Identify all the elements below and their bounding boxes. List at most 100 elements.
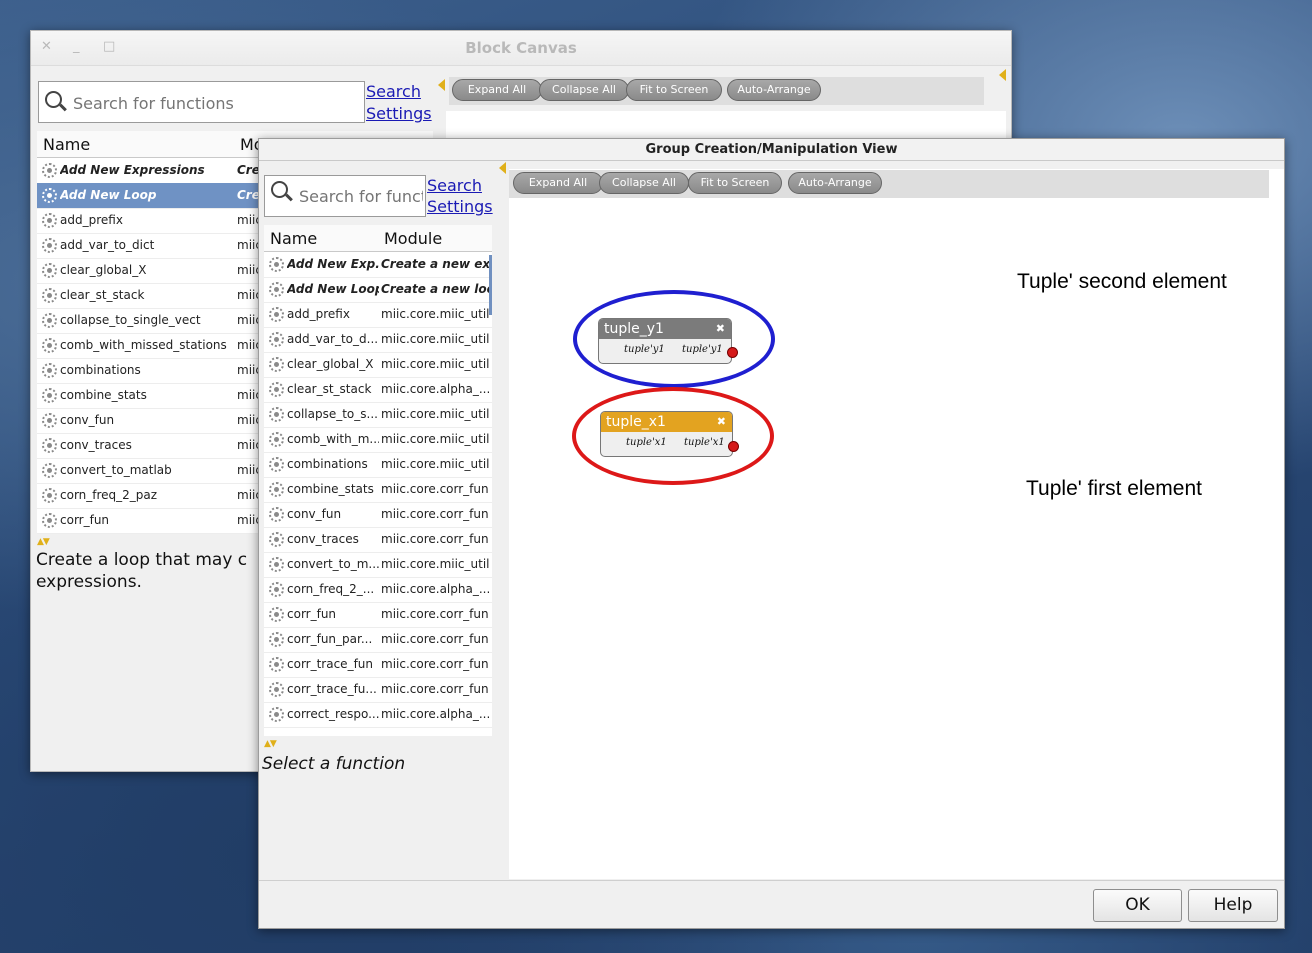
splitter-handle-icon[interactable]: ▲▼ bbox=[37, 537, 50, 547]
table-row[interactable]: convert_to_m... miic.core.miic_utils bbox=[264, 552, 492, 578]
fit-to-screen-button[interactable]: Fit to Screen bbox=[626, 79, 722, 101]
gear-icon bbox=[269, 432, 284, 447]
gear-icon bbox=[269, 682, 284, 697]
column-name[interactable]: Name bbox=[43, 135, 90, 154]
table-row[interactable]: comb_with_m... miic.core.miic_utils bbox=[264, 427, 492, 453]
table-row[interactable]: corr_fun miic.core.corr_fun bbox=[264, 602, 492, 628]
splitter-arrow-icon[interactable] bbox=[999, 69, 1006, 81]
table-row[interactable]: Add New LoopCreate a new loo... bbox=[264, 277, 492, 303]
table-row[interactable]: combine_stats miic.core.corr_fun bbox=[264, 477, 492, 503]
gear-icon bbox=[42, 438, 57, 453]
gear-icon bbox=[269, 557, 284, 572]
node-header[interactable]: tuple_y1 ✖ bbox=[599, 319, 731, 339]
row-module: miic.core.miic_utils bbox=[381, 357, 489, 371]
expand-all-button[interactable]: Expand All bbox=[452, 79, 542, 101]
row-name: corr_fun_par... bbox=[287, 632, 373, 646]
splitter-arrow-icon[interactable] bbox=[438, 79, 445, 91]
output-port-icon[interactable] bbox=[728, 441, 739, 452]
table-row[interactable]: conv_fun miic.core.corr_fun bbox=[264, 502, 492, 528]
close-icon[interactable]: ✖ bbox=[717, 412, 726, 432]
auto-arrange-button[interactable]: Auto-Arrange bbox=[788, 172, 882, 194]
scrollbar[interactable] bbox=[489, 255, 492, 315]
group-canvas[interactable]: Expand All Collapse All Fit to Screen Au… bbox=[509, 169, 1284, 879]
node-header[interactable]: tuple_x1 ✖ bbox=[601, 412, 732, 432]
description-line: Create a loop that may c bbox=[36, 550, 248, 570]
gear-icon bbox=[269, 632, 284, 647]
group-search-link[interactable]: Search bbox=[427, 175, 482, 196]
fit-to-screen-button[interactable]: Fit to Screen bbox=[688, 172, 782, 194]
row-module: miic.core.miic_utils bbox=[381, 407, 489, 421]
gear-icon bbox=[42, 488, 57, 503]
gear-icon bbox=[269, 507, 284, 522]
node-tuple-x1[interactable]: tuple_x1 ✖ tuple'x1 tuple'x1 bbox=[600, 411, 733, 457]
node-tuple-y1[interactable]: tuple_y1 ✖ tuple'y1 tuple'y1 bbox=[598, 318, 732, 364]
row-name: corr_trace_fu... bbox=[287, 682, 377, 696]
close-icon[interactable]: ✖ bbox=[716, 319, 725, 339]
table-row[interactable]: corr_trace_fun miic.core.corr_fun bbox=[264, 652, 492, 678]
main-title-bar: ✕ _ □ Block Canvas bbox=[31, 31, 1011, 66]
table-row[interactable]: Add New Exp...Create a new ex... bbox=[264, 252, 492, 278]
table-row[interactable]: corn_freq_2_... miic.core.alpha_... bbox=[264, 577, 492, 603]
gear-icon bbox=[42, 188, 57, 203]
row-name: clear_global_X bbox=[60, 263, 147, 277]
help-button[interactable]: Help bbox=[1188, 889, 1278, 922]
row-module: miic.core.alpha_... bbox=[381, 382, 489, 396]
group-search-input[interactable] bbox=[297, 186, 425, 207]
table-row[interactable]: corr_trace_fu... miic.core.corr_fun bbox=[264, 677, 492, 703]
table-row[interactable]: collapse_to_s... miic.core.miic_utils bbox=[264, 402, 492, 428]
table-row[interactable]: clear_st_stack miic.core.alpha_... bbox=[264, 377, 492, 403]
row-name: conv_traces bbox=[60, 438, 132, 452]
column-name[interactable]: Name bbox=[270, 229, 317, 248]
auto-arrange-button[interactable]: Auto-Arrange bbox=[727, 79, 821, 101]
main-canvas-toolbar: Expand All Collapse All Fit to Screen Au… bbox=[449, 77, 984, 105]
table-row[interactable]: conv_traces miic.core.corr_fun bbox=[264, 527, 492, 553]
group-settings-link[interactable]: Settings bbox=[427, 196, 493, 217]
table-row[interactable]: clear_global_X miic.core.miic_utils bbox=[264, 352, 492, 378]
node-title: tuple_x1 bbox=[606, 414, 666, 430]
settings-link[interactable]: Settings bbox=[366, 103, 432, 124]
row-name: add_var_to_dict bbox=[60, 238, 155, 252]
row-name: combinations bbox=[60, 363, 141, 377]
table-row[interactable]: corr_fun_par... miic.core.corr_fun bbox=[264, 627, 492, 653]
node-output-label: tuple'x1 bbox=[684, 437, 725, 448]
row-module: miic.core.corr_fun bbox=[381, 632, 489, 646]
gear-icon bbox=[269, 307, 284, 322]
node-input-label: tuple'y1 bbox=[624, 344, 665, 355]
splitter-handle-icon[interactable]: ▲▼ bbox=[264, 739, 277, 749]
row-module: miic.core.corr_fun bbox=[381, 657, 489, 671]
gear-icon bbox=[42, 463, 57, 478]
search-link[interactable]: Search bbox=[366, 81, 421, 102]
row-name: combine_stats bbox=[60, 388, 147, 402]
annotation-second-element: Tuple' second element bbox=[1017, 270, 1227, 293]
row-name: Add New Expressions bbox=[60, 163, 205, 177]
search-icon bbox=[45, 91, 62, 108]
row-name: convert_to_m... bbox=[287, 557, 379, 571]
row-module: miic.core.corr_fun bbox=[381, 482, 489, 496]
row-name: add_prefix bbox=[60, 213, 123, 227]
column-module[interactable]: Module bbox=[384, 229, 442, 248]
row-module: Create a new ex... bbox=[381, 257, 489, 271]
gear-icon bbox=[269, 357, 284, 372]
main-description: Create a loop that may c expressions. bbox=[36, 549, 247, 593]
table-row[interactable]: add_prefix miic.core.miic_utils bbox=[264, 302, 492, 328]
group-function-table: Name Module Add New Exp... Create a new e… bbox=[264, 225, 492, 736]
ok-button[interactable]: OK bbox=[1093, 889, 1182, 922]
table-row[interactable]: combinations miic.core.miic_utils bbox=[264, 452, 492, 478]
collapse-all-button[interactable]: Collapse All bbox=[539, 79, 629, 101]
gear-icon bbox=[42, 513, 57, 528]
expand-all-button[interactable]: Expand All bbox=[513, 172, 603, 194]
table-row[interactable]: correct_respo... miic.core.alpha_... bbox=[264, 702, 492, 728]
gear-icon bbox=[42, 288, 57, 303]
row-module: miic.core.miic_utils bbox=[381, 332, 489, 346]
gear-icon bbox=[269, 607, 284, 622]
row-name: corn_freq_2_paz bbox=[60, 488, 158, 502]
main-canvas[interactable] bbox=[446, 111, 1006, 141]
table-row[interactable]: add_var_to_d... miic.core.miic_utils bbox=[264, 327, 492, 353]
splitter-arrow-icon[interactable] bbox=[499, 162, 506, 174]
row-name: conv_traces bbox=[287, 532, 359, 546]
row-name: add_var_to_d... bbox=[287, 332, 379, 346]
output-port-icon[interactable] bbox=[727, 347, 738, 358]
gear-icon bbox=[42, 363, 57, 378]
search-input[interactable] bbox=[71, 93, 364, 114]
collapse-all-button[interactable]: Collapse All bbox=[599, 172, 689, 194]
